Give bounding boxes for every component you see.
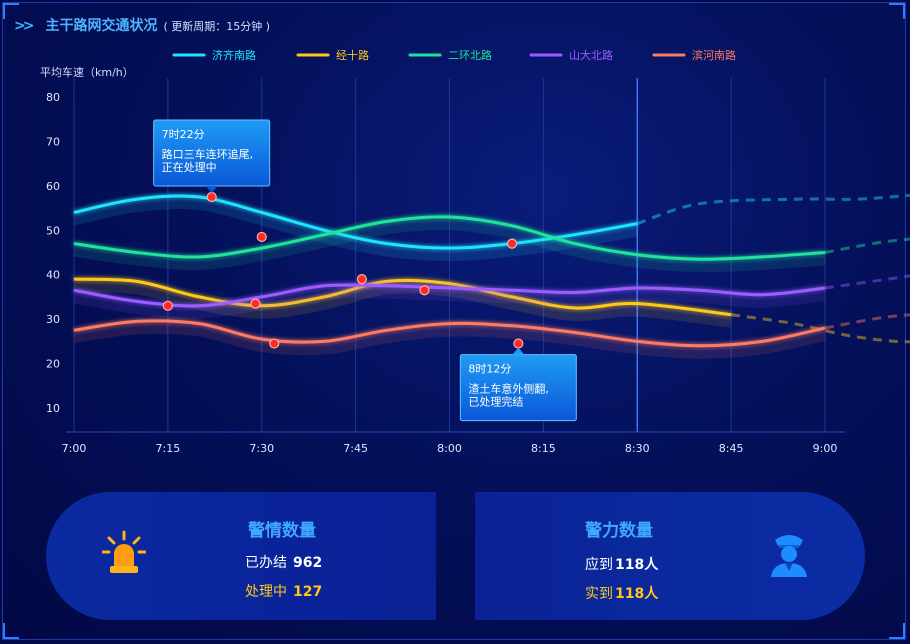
x-tick-label: 9:00 xyxy=(813,442,838,455)
incident-processing-value: 127 xyxy=(293,584,323,600)
event-marker[interactable] xyxy=(162,300,173,311)
event-marker[interactable] xyxy=(250,298,261,309)
incident-done-value: 962 xyxy=(293,555,323,571)
y-axis-label: 平均车速（km/h） xyxy=(40,65,134,79)
police-expected-row: 应到 118人 xyxy=(585,554,658,574)
y-tick-label: 40 xyxy=(46,269,60,282)
x-tick-label: 7:30 xyxy=(249,442,274,455)
callout-text: 路口三车连环追尾, xyxy=(162,147,254,161)
incident-processing-label: 处理中 xyxy=(245,584,287,600)
chart-legend: 济齐南路 经十路 二环北路 山大北路 滨河南路 xyxy=(172,48,736,62)
event-callout: 7时22分路口三车连环追尾,正在处理中 xyxy=(153,119,271,193)
series-line-forecast xyxy=(824,274,910,290)
callout-time: 8时12分 xyxy=(468,363,511,376)
y-tick-label: 60 xyxy=(46,180,60,193)
callout-text: 正在处理中 xyxy=(162,161,217,174)
callout-pointer xyxy=(205,185,218,193)
x-tick-label: 8:30 xyxy=(625,442,650,455)
y-tick-label: 70 xyxy=(46,135,60,148)
y-tick-label: 50 xyxy=(46,224,60,237)
incident-done-row: 已办结 962 xyxy=(245,552,322,572)
police-card: 警力数量 应到 118人 实到 118人 xyxy=(475,492,865,620)
x-tick-label: 8:00 xyxy=(437,442,462,455)
callout-time: 7时22分 xyxy=(162,128,205,141)
event-marker[interactable] xyxy=(256,231,267,243)
x-tick-label: 7:45 xyxy=(343,442,368,455)
event-marker[interactable] xyxy=(419,285,430,296)
x-tick-label: 8:15 xyxy=(531,442,556,455)
y-tick-label: 10 xyxy=(46,402,60,415)
x-tick-label: 7:15 xyxy=(156,442,181,455)
legend-label: 经十路 xyxy=(336,48,369,62)
event-marker[interactable] xyxy=(206,191,217,203)
speed-line-chart: 平均车速（km/h）1020304050607080 7:00 7:15 7:30 7… xyxy=(40,48,910,455)
series-line-forecast xyxy=(824,237,910,254)
police-expected-label: 应到 xyxy=(585,557,613,573)
corner-decoration xyxy=(3,623,19,639)
series-lines xyxy=(72,193,910,359)
callout-text: 已处理完结 xyxy=(468,395,523,409)
event-marker[interactable] xyxy=(356,274,367,285)
legend-label: 滨河南路 xyxy=(692,48,736,62)
police-actual-value: 118人 xyxy=(615,586,659,602)
series-line-forecast xyxy=(636,193,910,226)
incident-done-label: 已办结 xyxy=(245,555,287,571)
event-marker[interactable] xyxy=(269,338,280,349)
police-officer-icon xyxy=(771,535,807,577)
police-actual-row: 实到 118人 xyxy=(585,583,658,603)
y-tick-label: 80 xyxy=(46,91,60,104)
y-tick-label: 20 xyxy=(46,358,60,371)
police-expected-value: 118人 xyxy=(615,557,659,573)
y-axis: 平均车速（km/h） 10 20 30 40 50 60 70 80 xyxy=(40,65,134,415)
event-callouts: 7时22分路口三车连环追尾,正在处理中 8时12分渣土车意外侧翻,已处理完结 xyxy=(153,119,577,422)
police-card-title: 警力数量 xyxy=(585,521,653,541)
event-marker[interactable] xyxy=(506,238,518,249)
x-tick-label: 7:00 xyxy=(62,442,87,455)
legend-label: 山大北路 xyxy=(569,48,613,62)
callout-pointer xyxy=(512,347,525,355)
callout-text: 渣土车意外侧翻, xyxy=(468,382,549,396)
legend-label: 济齐南路 xyxy=(212,48,256,62)
incident-processing-row: 处理中 127 xyxy=(245,581,322,601)
police-actual-label: 实到 xyxy=(585,586,613,602)
series-line-forecast xyxy=(824,313,910,330)
legend-label: 二环北路 xyxy=(448,49,492,62)
x-tick-label: 8:45 xyxy=(719,442,744,455)
corner-decoration xyxy=(889,623,905,639)
incident-card: 警情数量 已办结 962 处理中 127 xyxy=(46,492,436,620)
alarm-light-icon xyxy=(102,530,146,573)
event-marker[interactable] xyxy=(513,338,524,349)
incident-card-title: 警情数量 xyxy=(248,521,316,541)
y-tick-label: 30 xyxy=(46,313,60,326)
event-callout: 8时12分渣土车意外侧翻,已处理完结 xyxy=(459,347,577,422)
x-axis: 7:00 7:15 7:30 7:45 8:00 8:15 8:30 8:45 9:00 xyxy=(62,442,838,455)
